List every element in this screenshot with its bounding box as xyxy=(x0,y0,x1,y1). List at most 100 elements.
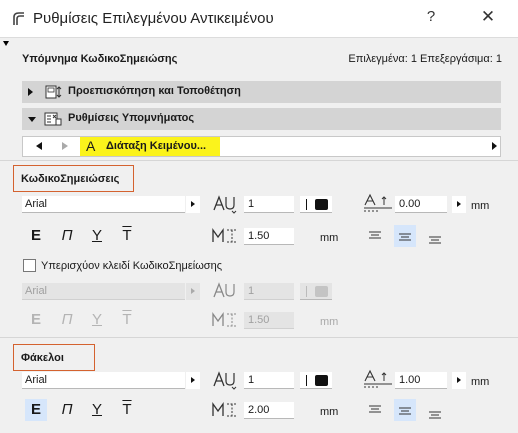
folders-spacing-unit: mm xyxy=(471,376,490,388)
settings-icon xyxy=(44,112,62,126)
italic-icon: Π xyxy=(61,227,73,244)
panel-title: Υπόμνημα ΚωδικοΣημειώσης xyxy=(22,53,178,65)
align-right-icon[interactable] xyxy=(424,403,446,425)
folders-group-label: Φάκελοι xyxy=(13,344,95,371)
page-list-arrow-icon[interactable] xyxy=(492,142,497,150)
keynotes-pen-field[interactable]: 1 xyxy=(244,196,294,213)
font-size-icon xyxy=(212,401,237,417)
title-bar: Ρυθμίσεις Επιλεγμένου Αντικειμένου ? ✕ xyxy=(0,0,518,38)
folders-font-field[interactable]: Arial xyxy=(22,372,185,389)
folders-spacing-field[interactable]: 1.00 xyxy=(395,372,447,389)
keynotes-size-field[interactable]: 1.50 xyxy=(244,228,294,245)
text-height-icon xyxy=(213,195,237,214)
window-title: Ρυθμίσεις Επιλεγμένου Αντικειμένου xyxy=(33,10,274,27)
keynotes-group-label: ΚωδικοΣημειώσεις xyxy=(13,165,134,192)
keynotes-spacing-unit: mm xyxy=(471,200,490,212)
override-pen-field: 1 xyxy=(244,283,294,300)
underline-icon: Y xyxy=(91,401,102,418)
text-layout-tab[interactable]: A Διάταξη Κειμένου... xyxy=(80,137,220,156)
folders-italic-button[interactable]: Π xyxy=(56,399,78,421)
folders-size-field[interactable]: 2.00 xyxy=(244,402,294,419)
text-height-icon xyxy=(213,371,237,390)
override-bold-button: E xyxy=(25,309,47,331)
text-layout-label: Διάταξη Κειμένου... xyxy=(106,140,207,152)
keynotes-size-unit: mm xyxy=(320,232,339,244)
override-size-unit: mm xyxy=(320,316,339,328)
keynotes-font-dropdown[interactable] xyxy=(186,196,200,213)
italic-icon: Π xyxy=(61,401,73,418)
divider xyxy=(0,337,518,338)
align-center-button[interactable] xyxy=(394,225,416,247)
pen-color-icon xyxy=(315,199,328,210)
strikethrough-icon: T xyxy=(122,311,132,328)
help-icon[interactable]: ? xyxy=(421,8,441,25)
strikethrough-icon: T xyxy=(122,401,132,418)
next-page-button[interactable] xyxy=(55,137,75,156)
bold-icon: E xyxy=(30,401,41,418)
right-arrow-icon xyxy=(62,142,68,150)
selection-status: Επιλεγμένα: 1 Επεξεργάσιμα: 1 xyxy=(348,53,502,65)
pen-bar xyxy=(306,199,307,210)
pen-bar xyxy=(306,375,307,386)
underline-icon: Y xyxy=(91,227,102,244)
override-font-dropdown xyxy=(186,283,200,300)
section-legend-settings-label: Ρυθμίσεις Υπομνήματος xyxy=(68,112,195,124)
folders-align-center-button[interactable] xyxy=(394,399,416,421)
keynotes-spacing-field[interactable]: 0.00 xyxy=(395,196,447,213)
text-height-icon xyxy=(213,282,235,298)
folders-underline-button[interactable]: Y xyxy=(86,399,108,421)
dropdown-arrow-icon xyxy=(191,201,195,207)
section-legend-settings[interactable]: Ρυθμίσεις Υπομνήματος xyxy=(22,108,501,130)
line-spacing-icon xyxy=(364,369,392,388)
close-icon[interactable]: ✕ xyxy=(478,7,498,27)
keynotes-spacing-dropdown[interactable] xyxy=(452,196,466,213)
text-layout-icon: A xyxy=(86,138,96,154)
align-left-icon[interactable] xyxy=(364,399,386,421)
override-checkbox[interactable] xyxy=(23,259,36,272)
override-pen-color xyxy=(300,283,332,300)
align-left-icon[interactable] xyxy=(364,225,386,247)
italic-button[interactable]: Π xyxy=(56,225,78,247)
keynotes-font-field[interactable]: Arial xyxy=(22,196,185,213)
bold-icon: E xyxy=(30,311,41,328)
dropdown-arrow-icon xyxy=(457,377,461,383)
override-label: Υπερισχύον κλειδί ΚωδικοΣημείωσης xyxy=(41,260,222,272)
align-right-icon[interactable] xyxy=(424,228,446,250)
left-arrow-icon xyxy=(36,142,42,150)
folders-strikethrough-button[interactable]: T xyxy=(116,399,138,421)
dropdown-arrow-icon xyxy=(457,201,461,207)
dropdown-arrow-icon xyxy=(191,377,195,383)
italic-icon: Π xyxy=(61,311,73,328)
strikethrough-icon: T xyxy=(122,227,132,244)
override-size-field: 1.50 xyxy=(244,312,294,329)
bold-button[interactable]: E xyxy=(25,225,47,247)
keynotes-pen-color[interactable] xyxy=(300,196,332,213)
folders-font-dropdown[interactable] xyxy=(186,372,200,389)
line-spacing-icon xyxy=(364,193,392,212)
bold-icon: E xyxy=(30,227,41,244)
folders-size-unit: mm xyxy=(320,406,339,418)
folders-pen-field[interactable]: 1 xyxy=(244,372,294,389)
corner-menu-icon[interactable] xyxy=(3,41,9,46)
previous-page-button[interactable] xyxy=(29,137,49,156)
folders-bold-button[interactable]: E xyxy=(25,399,47,421)
pen-color-icon xyxy=(315,375,328,386)
pen-color-icon xyxy=(315,286,328,297)
folders-pen-color[interactable] xyxy=(300,372,332,389)
pen-bar xyxy=(306,286,307,297)
override-strikethrough-button: T xyxy=(116,309,138,331)
strikethrough-button[interactable]: T xyxy=(116,225,138,247)
dropdown-arrow-icon xyxy=(191,288,195,294)
override-font-field: Arial xyxy=(22,283,185,300)
divider xyxy=(0,160,518,161)
page-navigator: A Διάταξη Κειμένου... xyxy=(22,136,501,157)
override-italic-button: Π xyxy=(56,309,78,331)
expand-icon xyxy=(28,88,33,96)
folders-spacing-dropdown[interactable] xyxy=(452,372,466,389)
underline-button[interactable]: Y xyxy=(86,225,108,247)
section-preview-label: Προεπισκόπηση και Τοποθέτηση xyxy=(68,85,241,97)
preview-icon xyxy=(45,85,62,99)
section-preview[interactable]: Προεπισκόπηση και Τοποθέτηση xyxy=(22,81,501,103)
collapse-icon xyxy=(28,117,36,122)
app-icon xyxy=(13,12,24,25)
